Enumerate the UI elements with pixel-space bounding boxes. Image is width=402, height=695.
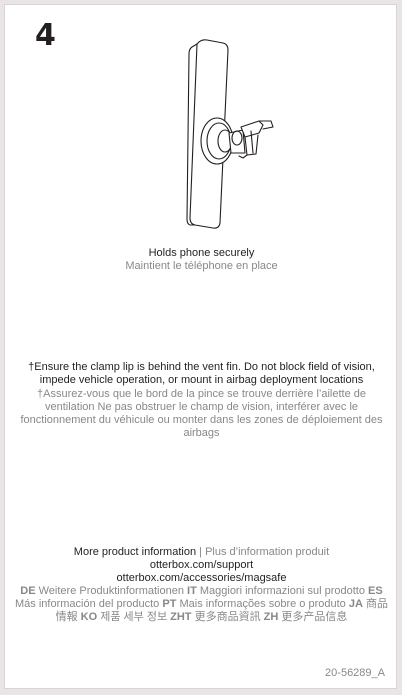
warning-notice: †Ensure the clamp lip is behind the vent… xyxy=(5,361,396,440)
warning-english: †Ensure the clamp lip is behind the vent… xyxy=(28,361,375,386)
caption-french: Maintient le téléphone en place xyxy=(125,260,278,272)
lang-code-es: ES xyxy=(368,585,383,597)
magsafe-url: otterbox.com/accessories/magsafe xyxy=(116,572,287,584)
support-url: otterbox.com/support xyxy=(149,559,254,571)
phone-vent-mount-illustration xyxy=(186,39,274,229)
caption-english: Holds phone securely xyxy=(148,247,255,259)
lang-text-pt: Mais informações sobre o produto xyxy=(179,598,346,610)
info-french: Plus d’information produit xyxy=(205,546,330,558)
lang-text-zh: 更多产品信息 xyxy=(281,611,348,623)
instruction-sheet: 4 Holds phone securely Maintient le télé… xyxy=(4,4,397,689)
lang-code-ja: JA xyxy=(348,598,363,610)
lang-code-de: DE xyxy=(20,585,36,597)
warning-french: †Assurez-vous que le bord de la pince se… xyxy=(20,388,383,439)
step-number: 4 xyxy=(35,18,56,53)
info-separator: | xyxy=(196,546,206,558)
lang-code-zht: ZHT xyxy=(170,611,192,623)
lang-text-zht: 更多商品資訊 xyxy=(194,611,261,623)
product-information: More product information | Plus d’inform… xyxy=(5,546,396,624)
lang-text-de: Weitere Produktinformationen xyxy=(38,585,184,597)
lang-code-ko: KO xyxy=(80,611,98,623)
info-english: More product information xyxy=(73,546,197,558)
lang-text-it: Maggiori informazioni sul prodotto xyxy=(199,585,365,597)
caption: Holds phone securely Maintient le téléph… xyxy=(5,247,396,273)
lang-text-ko: 제품 세부 정보 xyxy=(100,611,168,623)
lang-code-it: IT xyxy=(187,585,197,597)
language-list: DE Weitere Produktinformationen IT Maggi… xyxy=(15,585,388,624)
lang-text-es: Más información del producto xyxy=(15,598,160,610)
lang-code-zh: ZH xyxy=(263,611,279,623)
part-number: 20-56289_A xyxy=(325,667,385,679)
lang-code-pt: PT xyxy=(162,598,177,610)
